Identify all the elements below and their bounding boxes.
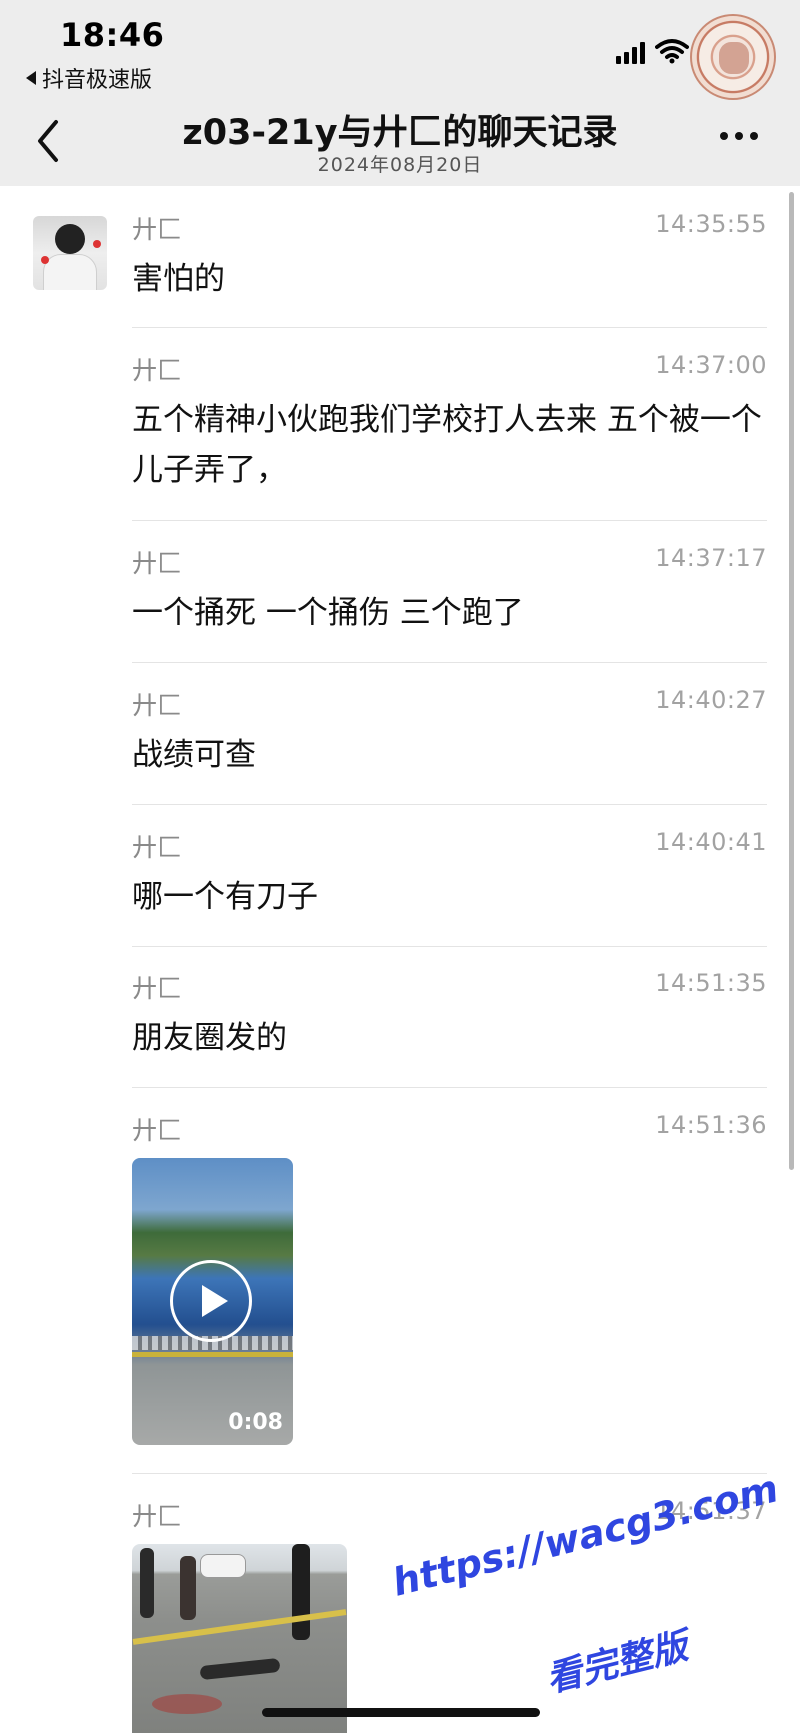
video-thumbnail[interactable]: 0:08 <box>132 1158 293 1445</box>
sender-name: 廾匚 <box>132 1502 183 1531</box>
back-to-app-link[interactable]: 抖音极速版 <box>26 62 152 94</box>
sender-name: 廾匚 <box>132 833 183 862</box>
message-text: 五个精神小伙跑我们学校打人去来 五个被一个儿子弄了， <box>132 402 762 488</box>
divider <box>132 1087 767 1088</box>
sender-name: 廾匚 <box>132 549 183 578</box>
wifi-icon <box>655 38 689 64</box>
message-time: 14:35:55 <box>655 210 767 238</box>
message-text: 害怕的 <box>132 261 225 297</box>
divider <box>132 946 767 947</box>
avatar[interactable] <box>33 216 107 290</box>
page-title: z03-21y与廾匚的聊天记录 <box>182 113 618 153</box>
message-time: 14:40:41 <box>655 828 767 856</box>
status-time: 18:46 <box>60 16 165 54</box>
message-text: 战绩可查 <box>132 737 256 773</box>
divider <box>132 327 767 328</box>
message-text: 朋友圈发的 <box>132 1020 287 1056</box>
video-duration: 0:08 <box>228 1410 283 1435</box>
scrollbar[interactable] <box>789 192 794 1170</box>
divider <box>132 662 767 663</box>
sender-name: 廾匚 <box>132 356 183 385</box>
sender-name: 廾匚 <box>132 215 183 244</box>
divider <box>132 520 767 521</box>
sender-name: 廾匚 <box>132 974 183 1003</box>
signal-icon <box>616 38 645 64</box>
more-dots-icon[interactable] <box>720 132 758 140</box>
message-time: 14:40:27 <box>655 686 767 714</box>
play-icon[interactable] <box>170 1260 252 1342</box>
message-time: 14:37:00 <box>655 351 767 379</box>
page-subtitle-date: 2024年08月20日 <box>317 154 483 176</box>
message-time: 14:51:36 <box>655 1111 767 1139</box>
back-app-label: 抖音极速版 <box>42 68 153 93</box>
message-time: 14:51:35 <box>655 969 767 997</box>
photo-thumbnail[interactable] <box>132 1544 347 1733</box>
divider <box>132 1473 767 1474</box>
back-triangle-icon <box>26 71 36 85</box>
header: 18:46 抖音极速版 5 z03-21y与廾匚的聊天记录 2024年08月20… <box>0 0 800 186</box>
sender-name: 廾匚 <box>132 691 183 720</box>
message-time: 14:37:17 <box>655 544 767 572</box>
home-indicator[interactable] <box>262 1708 540 1717</box>
sender-name: 廾匚 <box>132 1116 183 1145</box>
message-text: 一个捅死 一个捅伤 三个跑了 <box>132 595 524 631</box>
profile-stamp-icon <box>690 14 776 100</box>
divider <box>132 804 767 805</box>
message-text: 哪一个有刀子 <box>132 879 318 915</box>
